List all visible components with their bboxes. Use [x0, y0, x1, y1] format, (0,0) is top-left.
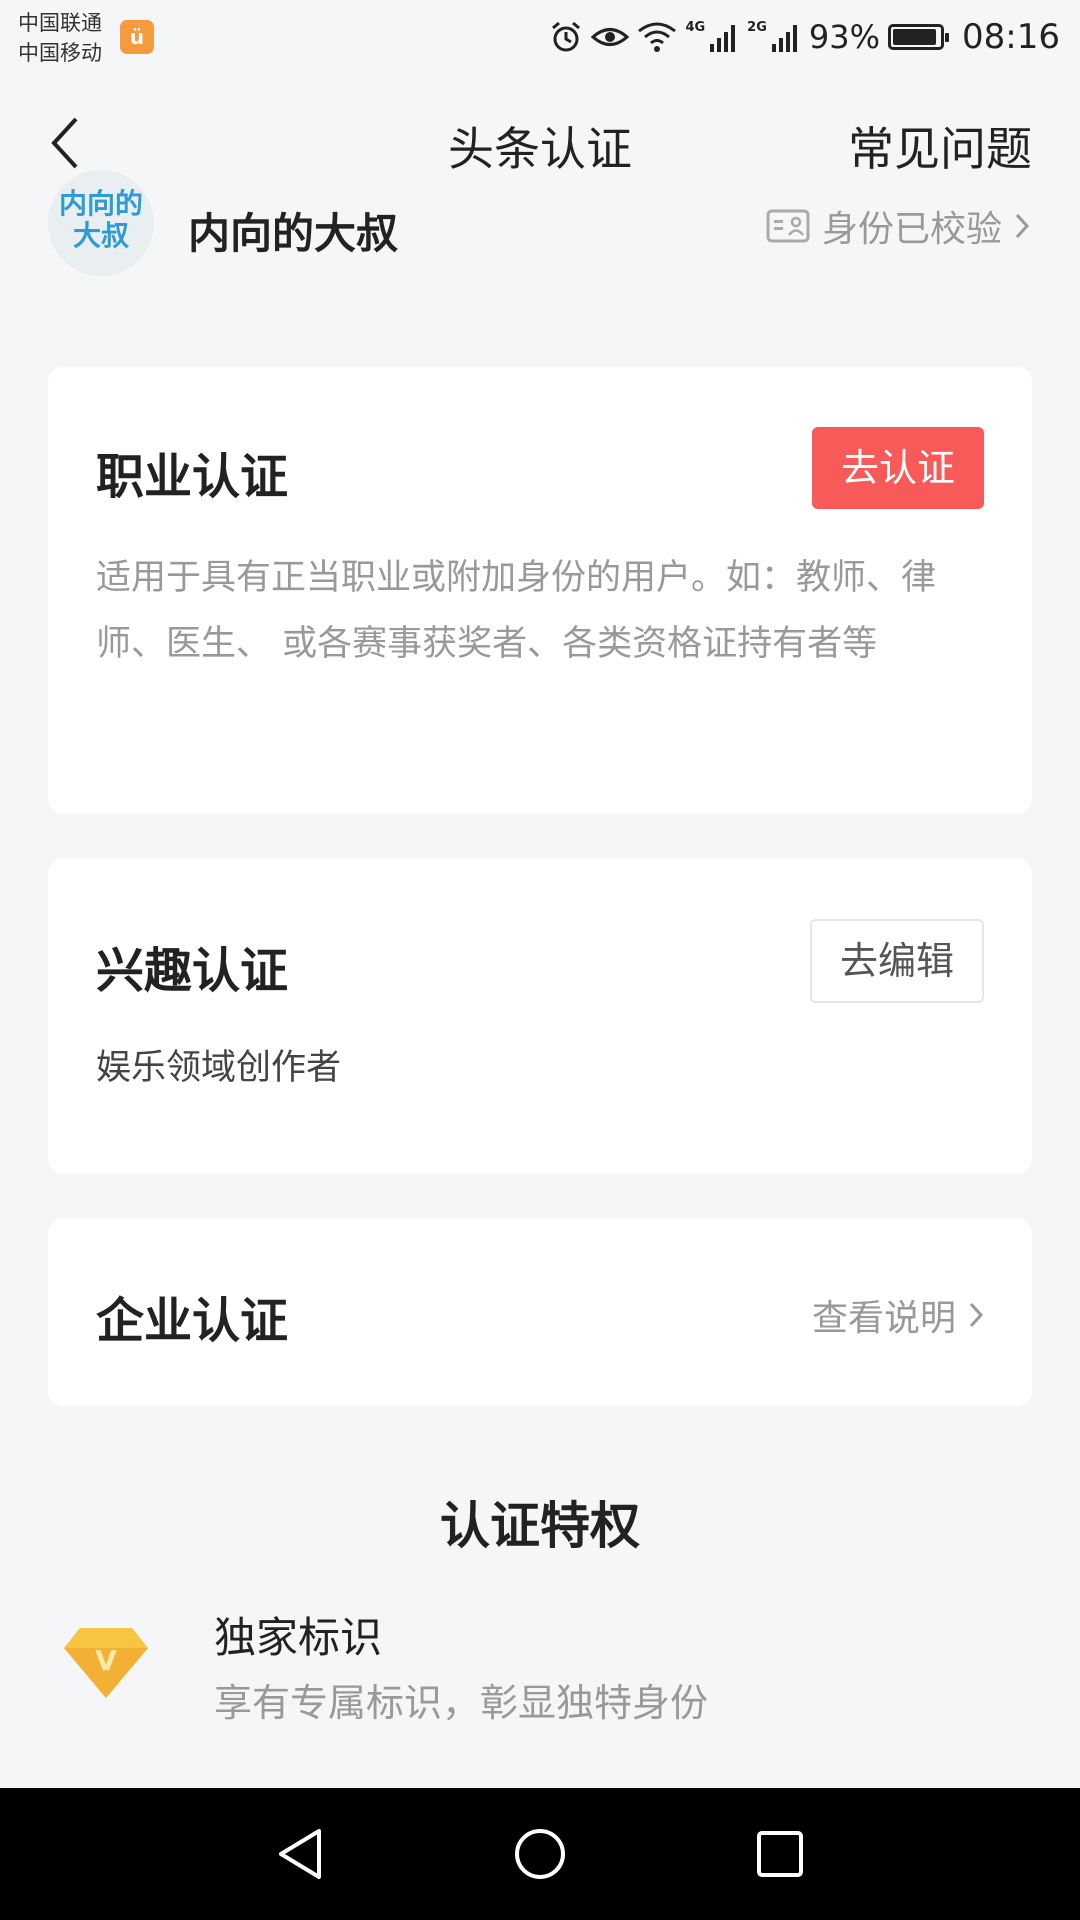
square-recents-icon [757, 1831, 803, 1877]
carrier-2: 中国移动 [18, 41, 102, 65]
go-edit-button[interactable]: 去编辑 [810, 919, 984, 1003]
system-nav-bar [0, 1788, 1080, 1920]
signal-icon-2 [771, 22, 801, 52]
chevron-right-icon [1015, 213, 1030, 239]
circle-home-icon [515, 1829, 565, 1879]
enterprise-cert-card[interactable]: 企业认证 查看说明 [48, 1219, 1032, 1406]
id-card-icon [766, 209, 810, 243]
battery-fill [893, 29, 936, 45]
interest-cert-title: 兴趣认证 [96, 943, 289, 999]
interest-cert-description: 娱乐领域创作者 [96, 1048, 342, 1088]
battery-percent: 93% [808, 18, 881, 56]
enterprise-cert-title: 企业认证 [96, 1293, 289, 1349]
triangle-back-icon [279, 1829, 321, 1879]
privileges-heading: 认证特权 [440, 1497, 640, 1555]
status-bar: 中国联通 中国移动 ü 4G 2G 93% 08:16 [0, 0, 1080, 75]
diamond-letter: V [95, 1644, 117, 1677]
v-diamond-icon: V [62, 1626, 150, 1704]
interest-cert-card: 兴趣认证 去编辑 娱乐领域创作者 [48, 859, 1032, 1173]
system-home-button[interactable] [510, 1824, 570, 1884]
professional-cert-description: 适用于具有正当职业或附加身份的用户。如：教师、律师、医生、 或各赛事获奖者、各类… [96, 558, 937, 664]
system-recents-button[interactable] [750, 1824, 810, 1884]
battery-icon [888, 24, 950, 50]
user-row: 内向的大叔 内向的大叔 身份已校验 [0, 170, 1080, 280]
professional-cert-card: 职业认证 去认证 适用于具有正当职业或附加身份的用户。如：教师、律师、医生、 或… [48, 367, 1032, 813]
privilege-title: 独家标识 [214, 1613, 383, 1662]
chevron-right-icon [969, 1302, 984, 1328]
verify-status-text: 身份已校验 [821, 209, 1002, 250]
faq-link[interactable]: 常见问题 [848, 113, 1032, 179]
carrier-info: 中国联通 中国移动 [18, 8, 102, 68]
status-icons: 4G 2G 93% 08:16 [549, 12, 1060, 62]
identity-verified-link[interactable]: 身份已校验 [766, 200, 1030, 252]
eye-icon [591, 22, 630, 52]
professional-cert-title: 职业认证 [96, 449, 289, 505]
avatar-text: 内向的大叔 [58, 187, 143, 252]
network-type-2: 2G [747, 19, 767, 35]
network-type-1: 4G [685, 19, 706, 35]
signal-icon [709, 22, 739, 52]
view-instructions-link[interactable]: 查看说明 [812, 1289, 984, 1341]
alarm-icon [549, 20, 583, 54]
privilege-item: V 独家标识 享有专属标识，彰显独特身份 [0, 1600, 1080, 1730]
view-instructions-text: 查看说明 [811, 1298, 956, 1339]
go-certify-button[interactable]: 去认证 [812, 427, 984, 509]
avatar[interactable]: 内向的大叔 [48, 170, 154, 276]
carrier-1: 中国联通 [18, 11, 102, 35]
privilege-description: 享有专属标识，彰显独特身份 [214, 1681, 709, 1725]
system-back-button[interactable] [270, 1824, 330, 1884]
clock: 08:16 [962, 17, 1060, 57]
wifi-icon [637, 21, 677, 53]
uc-browser-icon: ü [120, 20, 154, 54]
username: 内向的大叔 [188, 209, 399, 258]
